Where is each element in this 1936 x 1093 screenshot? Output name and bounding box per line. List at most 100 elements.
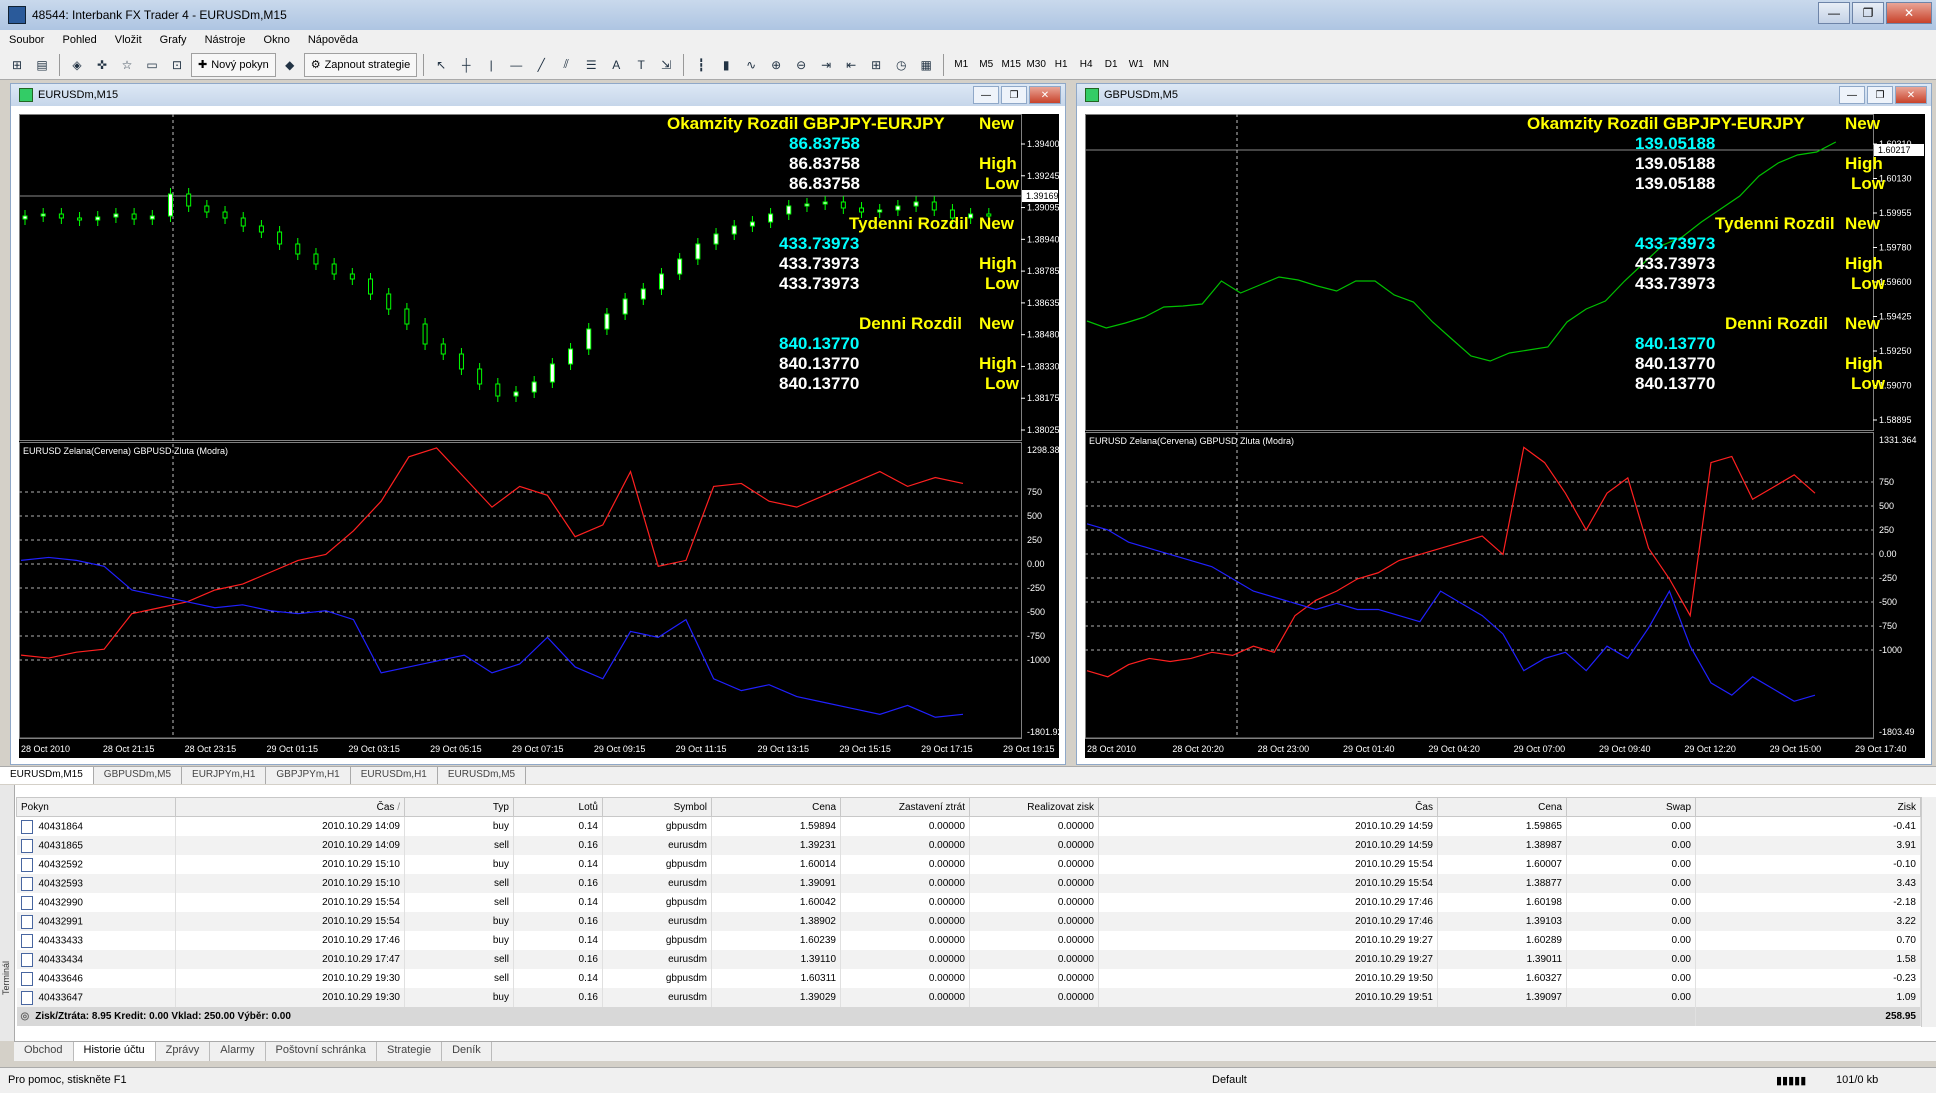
history-row[interactable]: 40432991 2010.10.29 15:54 buy 0.16 eurusdm 1.… [16,912,1921,931]
chart-tab[interactable]: GBPJPYm,H1 [266,767,351,784]
menu-vlozit[interactable]: Vložit [106,34,151,46]
close-button[interactable]: ✕ [1886,2,1932,24]
menu-napoveda[interactable]: Nápověda [299,34,367,46]
period-m15[interactable]: M15 [1000,54,1022,76]
metaeditor-icon[interactable]: ◆ [279,54,301,76]
period-mn[interactable]: MN [1150,54,1172,76]
candlestick-icon[interactable]: ▮ [715,54,737,76]
navigator-icon[interactable]: ☆ [116,54,138,76]
new-chart-icon[interactable]: ⊞ [6,54,28,76]
menu-okno[interactable]: Okno [255,34,299,46]
period-w1[interactable]: W1 [1125,54,1147,76]
chart-tab[interactable]: GBPUSDm,M5 [94,767,183,784]
terminal-tab-history[interactable]: Historie účtu [73,1042,156,1061]
chart-canvas[interactable]: 1.603101.601301.599551.597801.596001.594… [1085,114,1925,758]
history-row[interactable]: 40432593 2010.10.29 15:10 sell 0.16 eurusdm 1… [16,874,1921,893]
chart-minimize-button[interactable]: — [1839,86,1865,104]
data-window-icon[interactable]: ✜ [91,54,113,76]
menu-nastroje[interactable]: Nástroje [196,34,255,46]
autoscroll-icon[interactable]: ⇥ [815,54,837,76]
terminal-tab-experts[interactable]: Strategie [377,1042,443,1061]
chart-tab[interactable]: EURUSDm,M15 [0,767,94,784]
col-header-symbol[interactable]: Symbol [602,797,712,817]
new-order-icon: ✚ [198,59,208,71]
history-row[interactable]: 40433433 2010.10.29 17:46 buy 0.14 gbpusdm 1.… [16,931,1921,950]
terminal-tab-news[interactable]: Zprávy [156,1042,211,1061]
crosshair-icon[interactable]: ┼ [455,54,477,76]
chart-canvas[interactable]: 1.39400 1.39245 1.39095 1.38940 1.38785 1.386… [19,114,1065,758]
history-row[interactable]: 40433647 2010.10.29 19:30 buy 0.16 eurusdm 1.… [16,988,1921,1007]
maximize-button[interactable]: ❐ [1852,2,1884,24]
col-header-open-time[interactable]: Čas / [175,797,405,817]
col-header-close-price[interactable]: Cena [1437,797,1567,817]
horizontal-line-icon[interactable]: — [505,54,527,76]
chart-tab[interactable]: EURJPYm,H1 [182,767,267,784]
arrows-icon[interactable]: ⇲ [655,54,677,76]
terminal-tab-trade[interactable]: Obchod [14,1042,74,1061]
cursor-icon[interactable]: ↖ [430,54,452,76]
period-m30[interactable]: M30 [1025,54,1047,76]
terminal-tab-mailbox[interactable]: Poštovní schránka [266,1042,378,1061]
history-row[interactable]: 40432990 2010.10.29 15:54 sell 0.14 gbpusdm 1… [16,893,1921,912]
col-header-take-profit[interactable]: Realizovat zisk [969,797,1099,817]
chart-close-button[interactable]: ✕ [1895,86,1927,104]
tester-icon[interactable]: ⊡ [166,54,188,76]
trendline-icon[interactable]: ╱ [530,54,552,76]
zoom-in-icon[interactable]: ⊕ [765,54,787,76]
chart-area[interactable]: 1.39400 1.39245 1.39095 1.38940 1.38785 1.386… [19,114,1065,758]
col-header-close-time[interactable]: Čas [1098,797,1438,817]
menu-pohled[interactable]: Pohled [53,34,105,46]
chart-window-title-bar[interactable]: GBPUSDm,M5 — ❐ ✕ [1077,84,1931,106]
period-h1[interactable]: H1 [1050,54,1072,76]
chart-window-gbpusd[interactable]: GBPUSDm,M5 — ❐ ✕ 1.603101.601301.599551.… [1076,83,1932,765]
text-label-icon[interactable]: T [630,54,652,76]
zoom-out-icon[interactable]: ⊖ [790,54,812,76]
menu-soubor[interactable]: Soubor [0,34,53,46]
period-m5[interactable]: M5 [975,54,997,76]
col-header-stop-loss[interactable]: Zastavení ztrát [840,797,970,817]
chart-maximize-button[interactable]: ❐ [1001,86,1027,104]
col-header-swap[interactable]: Swap [1566,797,1696,817]
bar-chart-icon[interactable]: ┇ [690,54,712,76]
col-header-profit[interactable]: Zisk [1695,797,1921,817]
chart-window-title-bar[interactable]: EURUSDm,M15 — ❐ ✕ [11,84,1065,106]
text-icon[interactable]: A [605,54,627,76]
history-row[interactable]: 40432592 2010.10.29 15:10 buy 0.14 gbpusdm 1.… [16,855,1921,874]
period-h4[interactable]: H4 [1075,54,1097,76]
chart-tab[interactable]: EURUSDm,H1 [351,767,438,784]
history-row[interactable]: 40433434 2010.10.29 17:47 sell 0.16 eurusdm 1… [16,950,1921,969]
line-chart-icon[interactable]: ∿ [740,54,762,76]
chart-close-button[interactable]: ✕ [1029,86,1061,104]
menu-grafy[interactable]: Grafy [151,34,196,46]
terminal-icon[interactable]: ▭ [141,54,163,76]
chart-window-eurusd[interactable]: EURUSDm,M15 — ❐ ✕ 1.39400 1.39245 1.39095 1… [10,83,1066,765]
col-header-open-price[interactable]: Cena [711,797,841,817]
terminal-tab-journal[interactable]: Deník [442,1042,492,1061]
period-d1[interactable]: D1 [1100,54,1122,76]
templates-icon[interactable]: ▦ [915,54,937,76]
history-row[interactable]: 40431865 2010.10.29 14:09 sell 0.16 eurusdm 1… [16,836,1921,855]
strategies-button[interactable]: ⚙ Zapnout strategie [303,52,418,77]
minimize-button[interactable]: — [1818,2,1850,24]
col-header-type[interactable]: Typ [404,797,514,817]
chart-area[interactable]: 1.603101.601301.599551.597801.596001.594… [1085,114,1925,758]
fibonacci-icon[interactable]: ☰ [580,54,602,76]
equidistant-channel-icon[interactable]: ⫽ [555,54,577,76]
vertical-line-icon[interactable]: | [480,54,502,76]
col-header-order[interactable]: Pokyn [16,797,176,817]
chart-maximize-button[interactable]: ❐ [1867,86,1893,104]
col-header-lots[interactable]: Lotů [513,797,603,817]
history-row[interactable]: 40431864 2010.10.29 14:09 buy 0.14 gbpusdm 1.… [16,816,1921,836]
chart-tab[interactable]: EURUSDm,M5 [438,767,527,784]
periods-icon[interactable]: ◷ [890,54,912,76]
terminal-scrollbar[interactable] [1921,797,1936,1027]
indicators-icon[interactable]: ⊞ [865,54,887,76]
profiles-icon[interactable]: ▤ [31,54,53,76]
chart-shift-icon[interactable]: ⇤ [840,54,862,76]
new-order-button[interactable]: ✚ Nový pokyn [191,52,276,77]
period-m1[interactable]: M1 [950,54,972,76]
terminal-tab-alerts[interactable]: Alarmy [210,1042,266,1061]
market-watch-icon[interactable]: ◈ [66,54,88,76]
history-row[interactable]: 40433646 2010.10.29 19:30 sell 0.14 gbpusdm 1… [16,969,1921,988]
chart-minimize-button[interactable]: — [973,86,999,104]
